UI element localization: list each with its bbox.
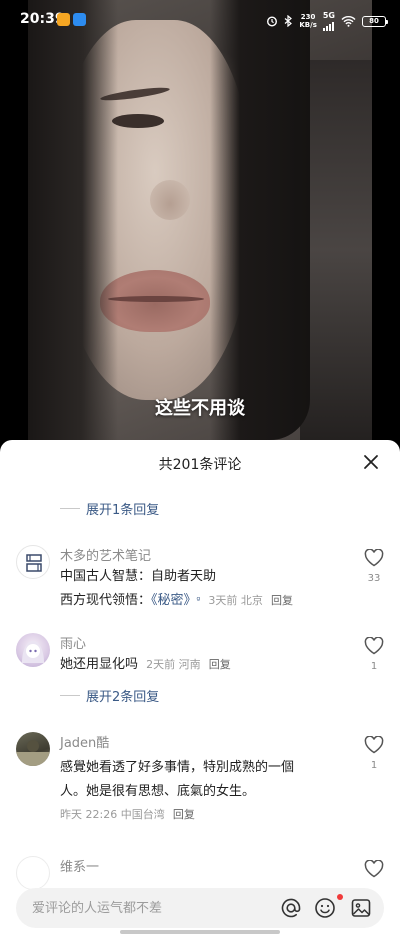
like-count: 1: [370, 661, 378, 672]
reply-button[interactable]: 回复: [271, 594, 293, 607]
search-icon[interactable]: ᵍ: [197, 596, 201, 606]
heart-icon: [364, 859, 384, 878]
comment-username[interactable]: 雨心: [60, 633, 86, 652]
comment-username[interactable]: 维系一: [60, 856, 99, 875]
app-notification-icon: [57, 13, 70, 26]
comment-line: 西方现代领悟：《秘密》ᵍ 3天前 北京 回复: [60, 589, 340, 613]
comment-meta: 昨天 22:26 中国台湾: [60, 808, 165, 821]
hair-left: [28, 0, 118, 460]
like-button[interactable]: 33: [362, 548, 386, 584]
comment-meta: 2天前 河南: [146, 658, 201, 671]
comment-input-bar: [16, 888, 384, 928]
cell-signal: 5G: [323, 11, 335, 31]
comment-line: 她还用显化吗: [60, 657, 139, 672]
expand-divider: [60, 508, 80, 509]
avatar-anime-icon: [22, 641, 44, 663]
expand-replies-button[interactable]: 展开2条回复: [60, 686, 159, 705]
comment-text: 感覺她看透了好多事情，特別成熟的一個 人。她是很有思想、底氣的女生。 昨天 22…: [60, 756, 350, 826]
avatar[interactable]: [16, 633, 50, 667]
comment-line: 人。她是很有思想、底氣的女生。: [60, 784, 256, 799]
app-notification-icon: [73, 13, 86, 26]
comment-item: Jaden酷 感覺她看透了好多事情，特別成熟的一個 人。她是很有思想、底氣的女生…: [0, 732, 400, 832]
like-button[interactable]: 1: [362, 735, 386, 771]
comment-text: 中国古人智慧：自助者天助 西方现代领悟：《秘密》ᵍ 3天前 北京 回复: [60, 565, 340, 613]
lip-line: [108, 296, 204, 302]
like-button[interactable]: 1: [362, 636, 386, 672]
heart-icon: [364, 636, 384, 655]
comment-meta: 3天前 北京: [208, 594, 263, 607]
comment-item: 木多的艺术笔记 中国古人智慧：自助者天助 西方现代领悟：《秘密》ᵍ 3天前 北京…: [0, 545, 400, 615]
eye-left: [112, 114, 164, 128]
comment-username[interactable]: 木多的艺术笔记: [60, 545, 151, 564]
video-subtitle: 这些不用谈: [155, 398, 245, 419]
reply-button[interactable]: 回复: [209, 658, 231, 671]
comment-line: 感覺她看透了好多事情，特別成熟的一個: [60, 760, 295, 775]
comments-count-title: 共201条评论: [158, 457, 242, 473]
comment-line-prefix: 西方现代领悟：: [60, 593, 152, 608]
comment-input[interactable]: [32, 898, 272, 918]
heart-icon: [364, 548, 384, 567]
comment-line: 中国古人智慧：自助者天助: [60, 569, 217, 584]
expand-replies-label: 展开2条回复: [86, 690, 160, 705]
status-icons: 230 KB/s 5G 80: [266, 11, 388, 31]
image-icon[interactable]: [350, 897, 372, 919]
avatar-photo-icon: [16, 740, 50, 766]
video-background: [300, 60, 372, 440]
like-count: 33: [367, 573, 381, 584]
home-indicator[interactable]: [120, 930, 280, 934]
comment-username[interactable]: Jaden酷: [60, 732, 109, 751]
network-speed: 230 KB/s: [299, 13, 317, 29]
video-player[interactable]: 这些不用谈: [0, 0, 400, 460]
expand-replies-button[interactable]: 展开1条回复: [60, 499, 159, 518]
avatar[interactable]: [16, 545, 50, 579]
comments-header: 共201条评论: [0, 440, 400, 484]
heart-icon: [364, 735, 384, 754]
notification-dot: [337, 894, 343, 900]
alarm-icon: [267, 16, 278, 27]
comment-item: 维系一: [0, 856, 400, 890]
expand-divider: [60, 695, 80, 696]
wifi-icon: [341, 16, 356, 27]
comment-text: 她还用显化吗 2天前 河南 回复: [60, 653, 340, 677]
close-icon[interactable]: [362, 453, 380, 471]
avatar-logo-icon: [26, 554, 42, 572]
like-count: 1: [370, 760, 378, 771]
like-button[interactable]: [362, 859, 386, 882]
nose: [150, 180, 190, 220]
avatar[interactable]: [16, 856, 50, 890]
mention-icon[interactable]: [280, 897, 302, 919]
battery-icon: 80: [362, 15, 388, 27]
hair-right: [210, 0, 310, 440]
status-bar: 20:39 230 KB/s 5G 80: [0, 0, 400, 40]
comment-meta-row: 昨天 22:26 中国台湾 回复: [56, 804, 350, 826]
bluetooth-icon: [284, 15, 293, 27]
reply-button[interactable]: 回复: [173, 808, 195, 821]
emoji-icon[interactable]: [314, 897, 336, 919]
expand-replies-label: 展开1条回复: [86, 503, 160, 518]
avatar[interactable]: [16, 732, 50, 766]
comment-link[interactable]: 《秘密》: [151, 593, 197, 608]
